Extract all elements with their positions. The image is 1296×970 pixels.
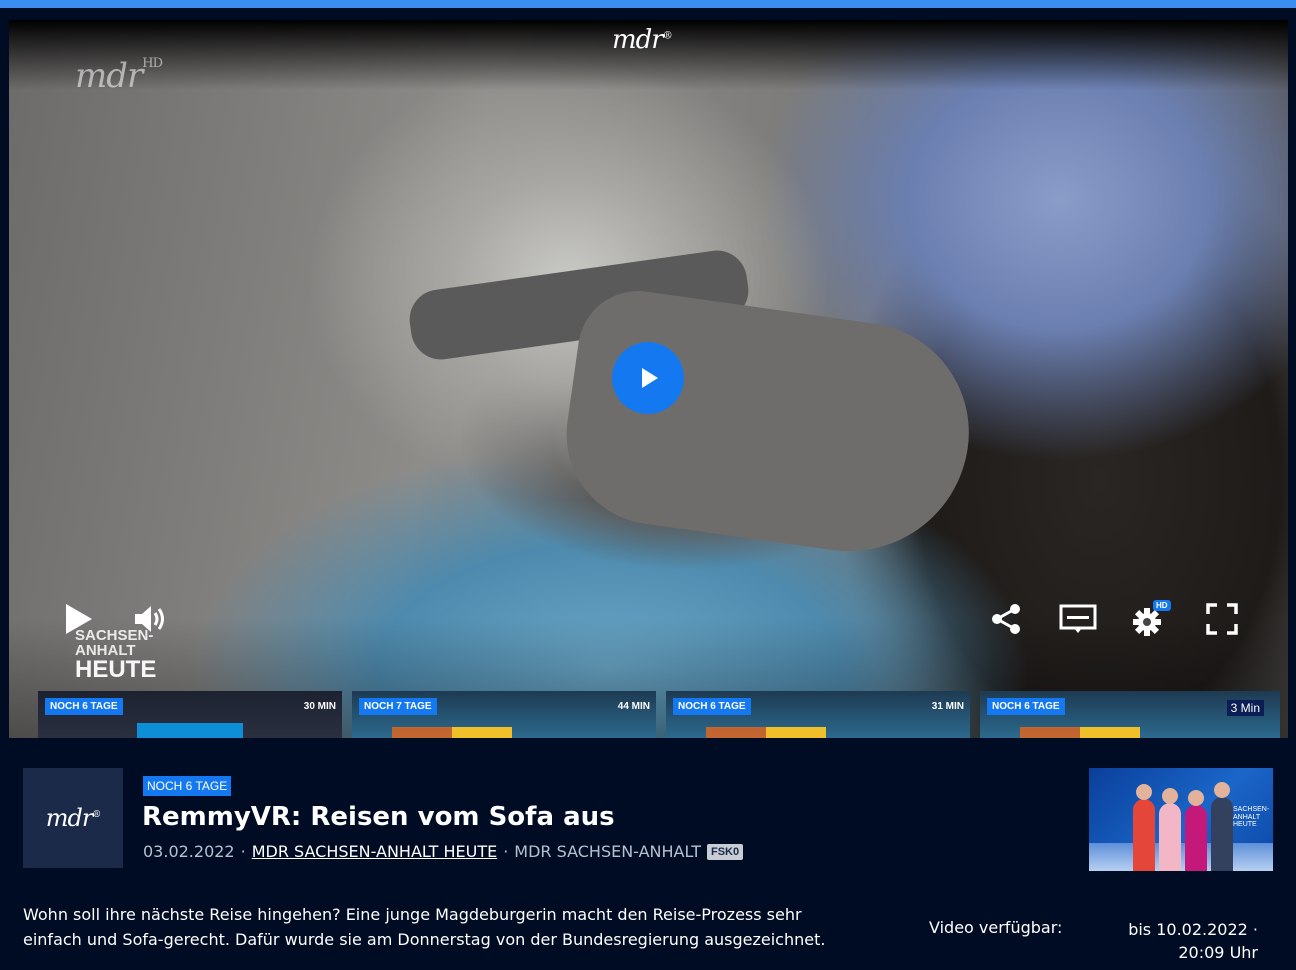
thumbnail-image [137, 723, 243, 738]
duration-label: 3 Min [1226, 700, 1264, 716]
availability-badge: NOCH 6 TAGE [143, 776, 232, 796]
preview-scene [1136, 784, 1152, 800]
availability-badge: NOCH 6 TAGE [673, 698, 751, 715]
availability-value: bis 10.02.2022 · 20:09 Uhr [1098, 918, 1258, 964]
related-video-thumbnail[interactable]: NOCH 7 TAGE 44 MIN [352, 691, 656, 738]
channel-logo[interactable]: mdr® [23, 768, 123, 868]
play-icon [642, 368, 658, 388]
preview-scene [1185, 805, 1207, 871]
broadcast-date: 03.02.2022 [143, 842, 235, 861]
video-player[interactable]: mdr® mdrHD SACHSEN- ANHALT HEUTE HD NOCH… [9, 20, 1288, 738]
preview-scene [1214, 782, 1230, 798]
preview-scene [1211, 797, 1233, 871]
meta-separator: · [503, 842, 509, 861]
availability-label: Video verfügbar: [929, 918, 1063, 937]
video-title: RemmyVR: Reisen vom Sofa aus [142, 802, 615, 832]
video-info-panel: mdr® NOCH 6 TAGE RemmyVR: Reisen vom Sof… [0, 738, 1296, 970]
fullscreen-button[interactable] [1205, 602, 1239, 640]
preview-scene [1089, 843, 1273, 871]
video-watermark-logo: mdrHD [75, 56, 163, 96]
availability-badge: NOCH 6 TAGE [987, 698, 1065, 715]
broadcaster-name: MDR SACHSEN-ANHALT [514, 842, 701, 861]
fsk-rating-badge: FSK0 [706, 843, 744, 860]
availability-badge: NOCH 6 TAGE [45, 698, 123, 715]
show-watermark-logo: SACHSEN- ANHALT HEUTE [75, 627, 157, 683]
preview-scene [1133, 799, 1155, 871]
fullscreen-icon [1206, 603, 1238, 635]
top-accent-bar [0, 0, 1296, 8]
player-channel-logo: mdr® [612, 25, 673, 55]
thumbnail-image [766, 727, 826, 738]
show-preview-image[interactable]: SACHSEN-ANHALT HEUTE [1089, 768, 1273, 871]
meta-separator: · [240, 842, 246, 861]
availability-badge: NOCH 7 TAGE [359, 698, 437, 715]
share-icon [992, 604, 1020, 634]
preview-scene [1188, 790, 1204, 806]
subtitles-icon [1059, 604, 1097, 633]
preview-scene [1162, 788, 1178, 804]
preview-show-label: SACHSEN-ANHALT HEUTE [1233, 806, 1270, 829]
preview-scene [1159, 803, 1181, 871]
show-link[interactable]: MDR SACHSEN-ANHALT HEUTE [252, 842, 498, 861]
related-video-thumbnail[interactable]: NOCH 6 TAGE 30 MIN [38, 691, 342, 738]
video-meta: 03.02.2022 · MDR SACHSEN-ANHALT HEUTE · … [143, 842, 744, 861]
video-frame-detail [554, 283, 984, 567]
duration-label: 31 MIN [931, 701, 964, 712]
big-play-button[interactable] [612, 342, 684, 414]
subtitles-button[interactable] [1059, 602, 1097, 640]
related-video-thumbnail[interactable]: NOCH 6 TAGE 31 MIN [666, 691, 970, 738]
availability-time: 20:09 Uhr [1178, 943, 1258, 962]
availability-date: bis 10.02.2022 · [1128, 920, 1258, 939]
hd-badge: HD [1153, 600, 1171, 611]
share-button[interactable] [989, 602, 1023, 640]
related-video-thumbnail[interactable]: NOCH 6 TAGE 3 Min [980, 691, 1280, 738]
duration-label: 30 MIN [303, 701, 336, 712]
duration-label: 44 MIN [617, 701, 650, 712]
settings-button[interactable]: HD [1133, 600, 1171, 640]
video-description: Wohn soll ihre nächste Reise hingehen? E… [23, 905, 826, 949]
thumbnail-image [452, 727, 512, 738]
thumbnail-image [1080, 727, 1140, 738]
